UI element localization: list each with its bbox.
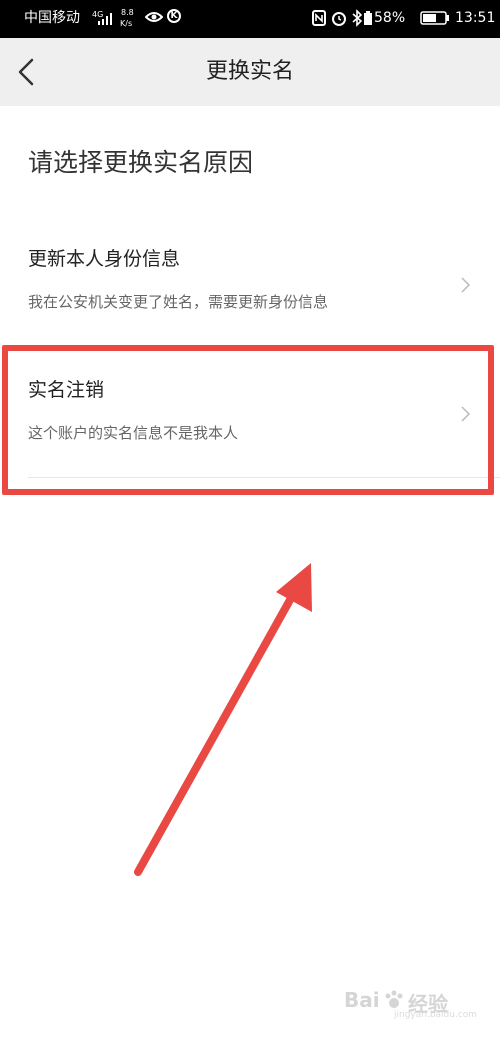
carrier-label: 中国移动	[24, 10, 80, 26]
eye-icon	[145, 12, 163, 22]
nfc-icon	[312, 10, 326, 26]
page-title: 更换实名	[205, 59, 294, 84]
vibrate-battery-icon	[364, 11, 372, 25]
divider	[28, 477, 500, 478]
option-description: 这个账户的实名信息不是我本人	[28, 424, 239, 442]
option-title: 实名注销	[28, 379, 105, 401]
chevron-right-icon	[461, 406, 471, 422]
battery-icon	[420, 11, 449, 25]
speed-unit: K/s	[120, 19, 133, 28]
option-description: 我在公安机关变更了姓名，需要更新身份信息	[28, 293, 329, 311]
battery-percent: 58%	[374, 10, 406, 26]
option-cancel-realname[interactable]: 实名注销 这个账户的实名信息不是我本人	[0, 377, 500, 507]
watermark-url: jingyan.baidu.com	[394, 1010, 478, 1020]
alarm-icon	[332, 12, 346, 26]
watermark-brand: Bai	[344, 988, 380, 1012]
status-bar: 中国移动 4G 8.8 K/s K 58% 13:51	[0, 0, 500, 38]
k-app-icon: K	[167, 9, 181, 23]
baidu-jingyan-watermark: Bai 经验 jingyan.baidu.com	[344, 988, 478, 1024]
chevron-right-icon	[461, 277, 471, 293]
section-heading: 请选择更换实名原因	[28, 148, 254, 177]
paw-icon	[385, 990, 403, 1008]
speed-value: 8.8	[121, 8, 134, 17]
option-update-identity[interactable]: 更新本人身份信息 我在公安机关变更了姓名，需要更新身份信息	[0, 246, 500, 376]
bluetooth-icon	[352, 9, 363, 27]
signal-icon	[98, 13, 112, 25]
nav-bar: 更换实名	[0, 38, 500, 106]
option-title: 更新本人身份信息	[28, 248, 181, 270]
clock: 13:51	[455, 10, 496, 26]
